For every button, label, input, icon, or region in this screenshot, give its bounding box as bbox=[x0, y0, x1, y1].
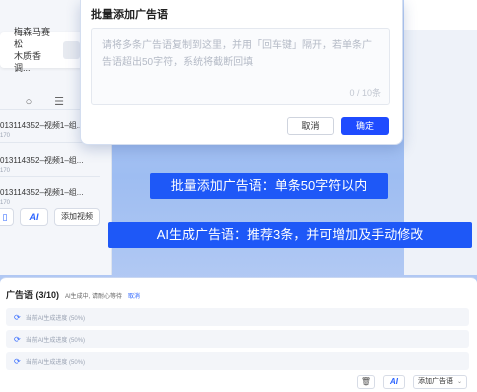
ai-generate-button[interactable]: AI bbox=[20, 208, 48, 226]
video-actions: ▯ AI 添加视频 bbox=[0, 208, 100, 226]
char-counter: 0 / 10条 bbox=[349, 88, 381, 98]
video-item-sub: 170 bbox=[0, 168, 11, 174]
right-strip bbox=[404, 0, 477, 30]
chevron-down-icon: ⌄ bbox=[456, 379, 462, 385]
video-item[interactable]: 013114352–视频1–组... 170 bbox=[0, 155, 100, 174]
generating-row: ⟳ 当前AI生成进度 (50%) bbox=[6, 308, 469, 326]
material-card-line1: 梅森马赛松 bbox=[14, 27, 51, 49]
generating-hint: AI生成中, 请耐心等待 bbox=[65, 294, 123, 300]
trash-icon[interactable]: 🗑 bbox=[356, 375, 375, 389]
add-ad-copy-label: 添加广告语 bbox=[417, 378, 453, 385]
cancel-button[interactable]: 取消 bbox=[287, 117, 334, 135]
add-ad-copy-dropdown[interactable]: 添加广告语 ⌄ bbox=[412, 375, 467, 389]
generating-progress-text: 当前AI生成进度 (50%) bbox=[25, 315, 86, 322]
panel-header: 广告语 (3/10) AI生成中, 请耐心等待 取消 bbox=[6, 288, 140, 301]
divider bbox=[0, 176, 100, 177]
video-item-title: 013114352–视频1–组... bbox=[0, 156, 84, 165]
textarea-placeholder: 请将多条广告语复制到这里，并用「回车键」隔开，若单条广告语超出50字符，系统将截… bbox=[102, 40, 372, 68]
material-thumb bbox=[62, 41, 80, 59]
ad-copy-panel: 广告语 (3/10) AI生成中, 请耐心等待 取消 ⟳ 当前AI生成进度 (5… bbox=[0, 277, 477, 392]
ai-caption-banner: AI生成广告语：推荐3条，并可增加及手动修改 bbox=[108, 222, 472, 248]
generating-row: ⟳ 当前AI生成进度 (50%) bbox=[6, 330, 469, 348]
batch-caption-banner: 批量添加广告语：单条50字符以内 bbox=[150, 173, 388, 199]
material-card-text: 梅森马赛松 木质香调... bbox=[14, 26, 57, 74]
material-card-line2: 木质香调... bbox=[14, 51, 42, 73]
video-item[interactable]: 013114352–视频1–组... 170 bbox=[0, 187, 100, 206]
panel-title: 广告语 (3/10) bbox=[6, 290, 60, 300]
video-item-title: 013114352–视频1–组... bbox=[0, 188, 84, 197]
delete-icon[interactable]: ▯ bbox=[0, 208, 14, 226]
cancel-generation-link[interactable]: 取消 bbox=[128, 291, 140, 300]
loading-spinner-icon: ⟳ bbox=[14, 334, 21, 344]
generating-progress-text: 当前AI生成进度 (50%) bbox=[25, 337, 86, 344]
dialog-title: 批量添加广告语 bbox=[91, 9, 168, 21]
batch-add-dialog: 批量添加广告语 请将多条广告语复制到这里，并用「回车键」隔开，若单条广告语超出5… bbox=[80, 0, 403, 145]
panel-actions: 🗑 AI 添加广告语 ⌄ bbox=[356, 375, 467, 389]
material-card[interactable]: 梅森马赛松 木质香调... bbox=[0, 27, 84, 73]
video-item-sub: 170 bbox=[0, 200, 11, 206]
generating-row: ⟳ 当前AI生成进度 (50%) bbox=[6, 352, 469, 370]
ai-generate-button[interactable]: AI bbox=[382, 375, 405, 389]
loading-spinner-icon: ⟳ bbox=[14, 356, 21, 366]
add-video-button[interactable]: 添加视频 bbox=[54, 208, 100, 226]
loading-spinner-icon: ⟳ bbox=[14, 312, 21, 322]
ad-copy-textarea[interactable]: 请将多条广告语复制到这里，并用「回车键」隔开，若单条广告语超出50字符，系统将截… bbox=[91, 28, 390, 105]
search-icon[interactable]: ○ bbox=[22, 95, 36, 109]
confirm-button[interactable]: 确定 bbox=[341, 117, 389, 135]
generating-progress-text: 当前AI生成进度 (50%) bbox=[25, 359, 86, 366]
list-view-icon[interactable]: ☰ bbox=[52, 95, 66, 109]
